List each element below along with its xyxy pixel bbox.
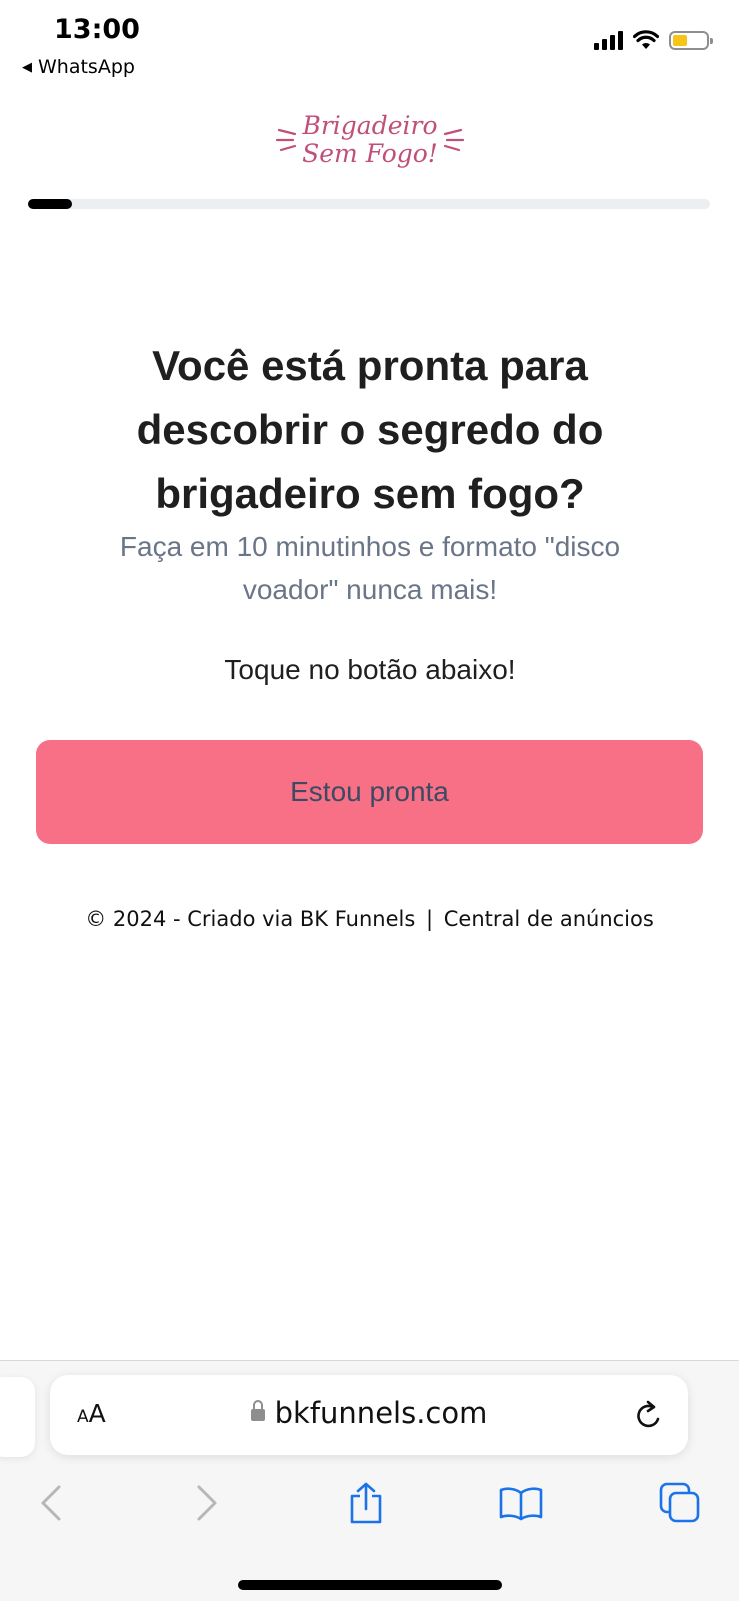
logo-line-1: Brigadeiro — [302, 111, 438, 140]
wifi-icon — [633, 30, 659, 49]
back-to-app-link[interactable]: ◀ WhatsApp — [22, 56, 135, 78]
address-bar[interactable]: AA bkfunnels.com — [50, 1375, 688, 1455]
back-app-label: WhatsApp — [38, 56, 135, 78]
previous-tab-peek[interactable] — [0, 1377, 35, 1457]
logo-line-2: Sem Fogo! — [302, 139, 438, 168]
status-icons — [594, 30, 713, 50]
page-subtitle: Faça em 10 minutinhos e formato "disco v… — [119, 531, 621, 605]
copyright-text: © 2024 - Criado via BK Funnels — [85, 907, 416, 931]
progress-bar-fill — [28, 199, 73, 209]
ads-center-link[interactable]: Central de anúncios — [444, 907, 654, 931]
tabs-icon — [659, 1482, 700, 1523]
back-arrow-icon: ◀ — [22, 59, 32, 75]
forward-button[interactable] — [182, 1478, 232, 1528]
back-icon — [41, 1485, 61, 1521]
page-footer: © 2024 - Criado via BK Funnels | Central… — [0, 907, 739, 931]
battery-icon — [669, 30, 713, 50]
status-time: 13:00 — [54, 14, 140, 45]
back-button[interactable] — [26, 1478, 76, 1528]
forward-icon — [197, 1485, 217, 1521]
tabs-button[interactable] — [655, 1478, 705, 1528]
ready-button[interactable]: Estou pronta — [36, 740, 703, 844]
share-button[interactable] — [341, 1478, 391, 1528]
progress-bar — [28, 199, 710, 209]
bookmarks-button[interactable] — [496, 1478, 546, 1528]
cellular-signal-icon — [594, 30, 623, 50]
browser-toolbar: AA bkfunnels.com — [0, 1360, 739, 1601]
home-indicator[interactable] — [238, 1580, 502, 1590]
page-headline: Você está pronta para descobrir o segred… — [136, 342, 604, 517]
brand-logo: Brigadeiro Sem Fogo! — [275, 108, 465, 178]
url-text: bkfunnels.com — [274, 1396, 488, 1430]
lock-icon — [250, 1400, 265, 1421]
instruction-text: Toque no botão abaixo! — [224, 654, 516, 685]
share-icon — [350, 1482, 382, 1524]
url-display[interactable]: bkfunnels.com — [50, 1396, 688, 1430]
reload-icon[interactable] — [634, 1399, 664, 1431]
footer-separator: | — [426, 907, 434, 931]
bookmarks-icon — [499, 1487, 543, 1521]
